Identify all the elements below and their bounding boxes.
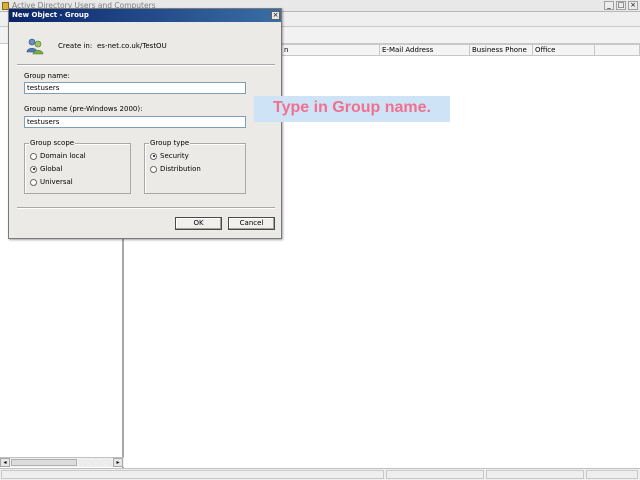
scrollbar-thumb[interactable]	[11, 459, 77, 466]
radio-universal[interactable]: Universal	[30, 178, 73, 187]
users-group-icon	[26, 38, 44, 55]
radio-security[interactable]: Security	[150, 152, 189, 161]
radio-domain-local[interactable]: Domain local	[30, 152, 86, 161]
scroll-left-arrow-icon[interactable]: ◂	[0, 458, 10, 467]
group-name-pre2000-input[interactable]	[24, 116, 246, 128]
new-object-group-dialog: New Object - Group × Create in: es-net.c…	[8, 8, 282, 239]
radio-label: Security	[160, 152, 189, 160]
cancel-button[interactable]: Cancel	[228, 217, 275, 230]
radio-global[interactable]: Global	[30, 165, 62, 174]
radio-distribution[interactable]: Distribution	[150, 165, 201, 174]
radio-button[interactable]	[150, 165, 157, 173]
status-bar	[0, 468, 640, 480]
column-header-empty[interactable]	[595, 44, 640, 56]
app-close-button[interactable]: ×	[628, 1, 638, 10]
dialog-title: New Object - Group	[12, 11, 89, 19]
group-type-box: Group type Security Distribution	[144, 139, 246, 194]
group-name-label: Group name:	[24, 72, 70, 80]
create-in-label: Create in:	[58, 42, 93, 50]
status-segment	[386, 470, 484, 479]
instruction-callout: Type in Group name.	[254, 96, 450, 122]
radio-label: Domain local	[40, 152, 86, 160]
status-segment	[486, 470, 584, 479]
separator	[17, 64, 275, 66]
radio-button[interactable]	[30, 178, 37, 186]
radio-button[interactable]	[150, 152, 157, 160]
ok-button[interactable]: OK	[175, 217, 222, 230]
minimize-button[interactable]: _	[604, 1, 614, 10]
status-segment	[586, 470, 638, 479]
separator	[17, 207, 275, 209]
dialog-titlebar[interactable]: New Object - Group ×	[9, 9, 281, 22]
maximize-button[interactable]: □	[616, 1, 626, 10]
close-icon[interactable]: ×	[271, 11, 280, 20]
group-scope-legend: Group scope	[29, 139, 76, 147]
scroll-right-arrow-icon[interactable]: ▸	[113, 458, 123, 467]
column-header-office[interactable]: Office	[533, 44, 595, 56]
create-in-path: es-net.co.uk/TestOU	[97, 42, 167, 50]
column-header-business-phone[interactable]: Business Phone	[470, 44, 533, 56]
tree-horizontal-scrollbar[interactable]: ◂ ▸	[0, 457, 124, 467]
group-name-input[interactable]	[24, 82, 246, 94]
radio-button[interactable]	[30, 152, 37, 160]
column-header-email[interactable]: E-Mail Address	[380, 44, 470, 56]
radio-label: Distribution	[160, 165, 201, 173]
group-name-pre2000-label: Group name (pre-Windows 2000):	[24, 105, 143, 113]
group-scope-box: Group scope Domain local Global Universa…	[24, 139, 131, 194]
radio-label: Global	[40, 165, 63, 173]
scrollbar-track[interactable]	[78, 459, 112, 466]
group-type-legend: Group type	[149, 139, 191, 147]
radio-button[interactable]	[30, 165, 37, 173]
status-segment	[1, 470, 384, 479]
column-header-name[interactable]: n	[282, 44, 380, 56]
instruction-text: Type in Group name.	[273, 99, 431, 116]
radio-label: Universal	[40, 178, 73, 186]
